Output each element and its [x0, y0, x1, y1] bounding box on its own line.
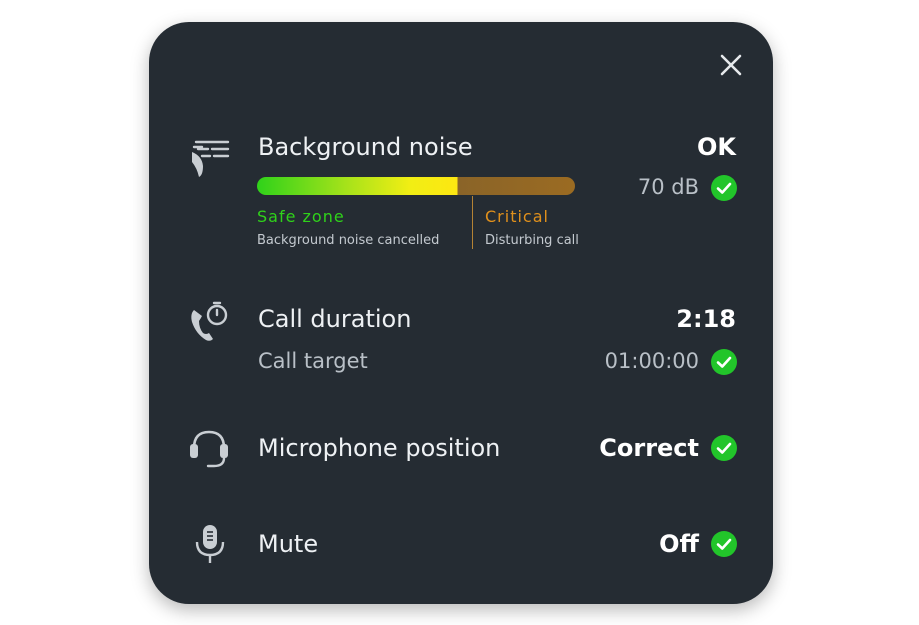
- call-timer-icon: [191, 301, 228, 341]
- mute-value: Off: [659, 530, 699, 558]
- zone-divider: [472, 196, 473, 249]
- safe-zone-desc: Background noise cancelled: [257, 233, 440, 248]
- call-target-value: 01:00:00: [604, 349, 699, 373]
- headset-icon: [190, 430, 228, 468]
- critical-label: Critical: [485, 207, 549, 226]
- noise-title: Background noise: [258, 133, 473, 161]
- call-target-label: Call target: [258, 349, 368, 373]
- call-duration-value: 2:18: [676, 305, 736, 333]
- check-icon: [711, 175, 737, 201]
- check-icon: [711, 435, 737, 461]
- noise-status: OK: [697, 133, 736, 161]
- mic-title: Microphone position: [258, 434, 501, 462]
- close-icon[interactable]: [718, 52, 744, 78]
- critical-desc: Disturbing call: [485, 233, 579, 248]
- noise-level-bar: [257, 177, 575, 195]
- safe-zone-label: Safe zone: [257, 207, 345, 226]
- check-icon: [711, 531, 737, 557]
- microphone-icon: [195, 525, 225, 563]
- mic-position-value: Correct: [599, 434, 699, 462]
- noise-level: 70 dB: [637, 175, 699, 199]
- call-title: Call duration: [258, 305, 412, 333]
- mute-title: Mute: [258, 530, 319, 558]
- noise-icon: [192, 140, 230, 177]
- check-icon: [711, 349, 737, 375]
